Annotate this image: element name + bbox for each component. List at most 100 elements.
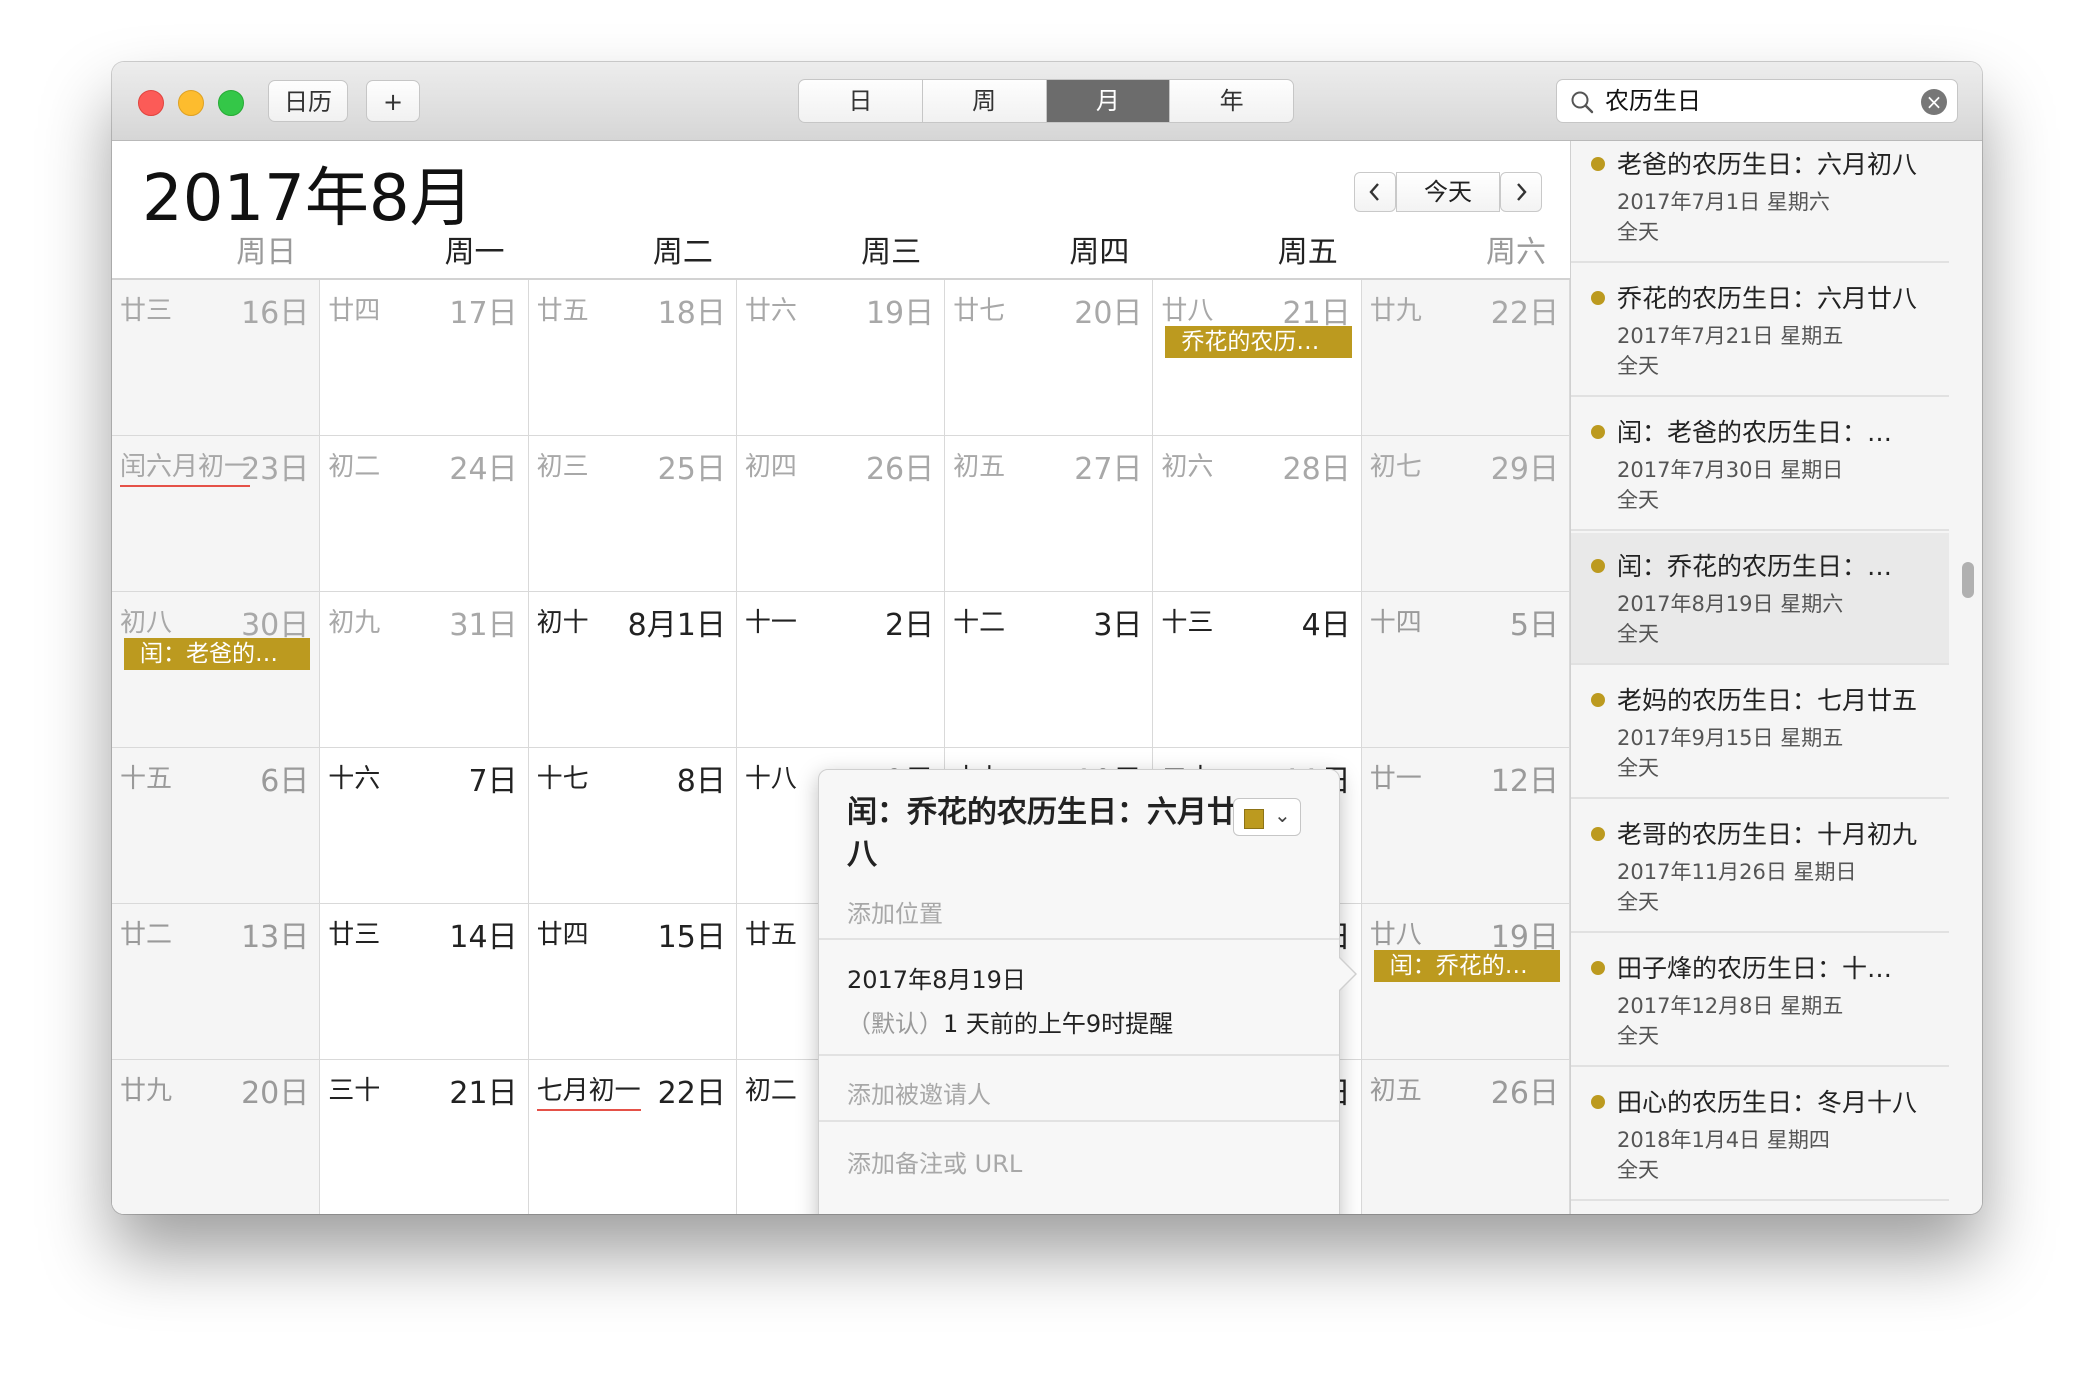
- result-date: 2017年12月8日 星期五: [1617, 994, 1844, 1018]
- lunar-date: 廿九: [120, 1076, 173, 1106]
- calendar-event[interactable]: 乔花的农历…: [1165, 326, 1352, 358]
- calendars-button[interactable]: 日历: [268, 80, 348, 122]
- search-result-item[interactable]: 闰：乔花的农历生日：… 2017年8月19日 星期六 全天: [1571, 533, 1949, 665]
- search-field[interactable]: 农历生日 ×: [1556, 79, 1958, 123]
- day-cell[interactable]: 廿一 12日: [1361, 748, 1570, 904]
- day-cell[interactable]: 十六 7日: [320, 748, 529, 904]
- day-cell[interactable]: 初四 26日: [736, 436, 946, 592]
- lunar-date: 十二: [953, 608, 1006, 638]
- alert-default-label: （默认）: [847, 1010, 943, 1038]
- weekday-label: 周三: [861, 235, 922, 270]
- day-cell[interactable]: 初二 24日: [320, 436, 529, 592]
- solar-date: 2日: [885, 608, 935, 643]
- lunar-date: 初九: [328, 608, 381, 638]
- result-allday: 全天: [1617, 488, 1659, 512]
- today-button[interactable]: 今天: [1396, 172, 1500, 212]
- day-cell[interactable]: 十三 4日: [1153, 592, 1362, 748]
- search-result-item[interactable]: 闰：老爸的农历生日：… 2017年7月30日 星期日 全天: [1571, 399, 1949, 531]
- search-result-item[interactable]: 老妈的农历生日：七月廿五 2017年9月15日 星期五 全天: [1571, 667, 1949, 799]
- day-cell[interactable]: 廿九 20日: [112, 1060, 321, 1214]
- chevron-left-icon: [1369, 183, 1379, 201]
- search-result-item[interactable]: 田心的农历生日：冬月十八 2018年1月4日 星期四 全天: [1571, 1069, 1949, 1201]
- result-allday: 全天: [1617, 622, 1659, 646]
- day-cell[interactable]: 十一 2日: [736, 592, 946, 748]
- view-tab-day[interactable]: 日: [799, 80, 923, 122]
- event-date[interactable]: 2017年8月19日: [847, 960, 1026, 995]
- add-event-button[interactable]: +: [366, 80, 420, 122]
- day-cell[interactable]: 廿八 19日: [1361, 904, 1570, 1060]
- day-cell[interactable]: 廿九 22日: [1361, 280, 1570, 436]
- search-result-item[interactable]: 田子烽的农历生日：十… 2017年12月8日 星期五 全天: [1571, 935, 1949, 1067]
- day-cell[interactable]: 初五 26日: [1361, 1060, 1570, 1214]
- day-cell[interactable]: 十四 5日: [1361, 592, 1570, 748]
- day-cell[interactable]: 廿四 15日: [528, 904, 737, 1060]
- solar-date: 27日: [1074, 452, 1143, 487]
- day-cell[interactable]: 初六 28日: [1153, 436, 1362, 592]
- calendar-event[interactable]: 闰：老爸的…: [124, 638, 311, 670]
- view-tab-month[interactable]: 月: [1046, 80, 1171, 122]
- lunar-date: 三十: [328, 1076, 381, 1106]
- event-alert[interactable]: （默认）1 天前的上午9时提醒: [847, 1004, 1173, 1039]
- zoom-window-button[interactable]: [218, 90, 244, 116]
- day-cell[interactable]: 闰六月初一 23日: [112, 436, 321, 592]
- minimize-window-button[interactable]: [178, 90, 204, 116]
- view-tab-week[interactable]: 周: [923, 80, 1047, 122]
- calendar-event[interactable]: 闰：乔花的…: [1373, 950, 1560, 982]
- day-cell[interactable]: 廿六 19日: [736, 280, 946, 436]
- day-cell[interactable]: 十二 3日: [945, 592, 1154, 748]
- day-cell[interactable]: 初七 29日: [1361, 436, 1570, 592]
- day-cell[interactable]: 初五 27日: [945, 436, 1154, 592]
- lunar-date: 十七: [536, 764, 589, 794]
- popover-arrow: [1339, 958, 1355, 990]
- day-cell[interactable]: 初八 30日: [112, 592, 321, 748]
- lunar-date: 廿八: [1369, 920, 1422, 950]
- clear-icon[interactable]: ×: [1921, 89, 1947, 115]
- day-cell[interactable]: 初三 25日: [528, 436, 737, 592]
- invitees-field[interactable]: 添加被邀请人: [847, 1075, 991, 1110]
- lunar-date: 廿五: [744, 920, 797, 950]
- day-cell[interactable]: 十七 8日: [528, 748, 737, 904]
- day-cell[interactable]: 初十 8月1日: [528, 592, 737, 748]
- lunar-date: 十六: [328, 764, 381, 794]
- notes-field[interactable]: 添加备注或 URL: [847, 1144, 1022, 1179]
- solar-date: 22日: [657, 1076, 726, 1111]
- event-popover: 闰：乔花的农历生日：六月廿八 ⌄ 添加位置 2017年8月19日 （默认）1 天…: [818, 769, 1357, 1214]
- day-cell[interactable]: 十五 6日: [112, 748, 321, 904]
- result-allday: 全天: [1617, 354, 1659, 378]
- previous-month-button[interactable]: [1354, 172, 1396, 212]
- day-cell[interactable]: 廿四 17日: [320, 280, 529, 436]
- day-cell[interactable]: 初九 31日: [320, 592, 529, 748]
- day-cell[interactable]: 廿五 18日: [528, 280, 737, 436]
- search-result-item[interactable]: 乔花的农历生日：六月廿八 2017年7月21日 星期五 全天: [1571, 265, 1949, 397]
- lunar-date: 廿二: [120, 920, 173, 950]
- close-window-button[interactable]: [138, 90, 164, 116]
- results-scrollbar[interactable]: [1962, 562, 1974, 598]
- lunar-date: 十三: [1161, 608, 1214, 638]
- calendar-color-dot: [1591, 559, 1605, 573]
- lunar-date: 初十: [536, 608, 589, 638]
- search-result-item[interactable]: 老哥的农历生日：十月初九 2017年11月26日 星期日 全天: [1571, 801, 1949, 933]
- day-cell[interactable]: 七月初一 22日: [528, 1060, 737, 1214]
- day-cell[interactable]: 廿三 14日: [320, 904, 529, 1060]
- solar-date: 6日: [260, 764, 310, 799]
- result-title: 闰：老爸的农历生日：…: [1617, 418, 1893, 447]
- result-title: 老妈的农历生日：七月廿五: [1617, 686, 1918, 715]
- day-cell[interactable]: 廿八 21日: [1153, 280, 1362, 436]
- location-field[interactable]: 添加位置: [847, 894, 943, 929]
- result-allday: 全天: [1617, 220, 1659, 244]
- result-date: 2017年7月21日 星期五: [1617, 324, 1844, 348]
- day-cell[interactable]: 廿三 16日: [112, 280, 321, 436]
- result-title: 田心的农历生日：冬月十八: [1617, 1088, 1918, 1117]
- search-result-item[interactable]: 老爸的农历生日：六月初八 2017年7月1日 星期六 全天: [1571, 141, 1949, 263]
- result-title: 闰：乔花的农历生日：…: [1617, 552, 1893, 581]
- search-input[interactable]: 农历生日: [1605, 80, 1701, 122]
- solar-date: 15日: [657, 920, 726, 955]
- view-tab-year[interactable]: 年: [1170, 80, 1293, 122]
- day-cell[interactable]: 廿七 20日: [945, 280, 1154, 436]
- result-title: 老哥的农历生日：十月初九: [1617, 820, 1918, 849]
- day-cell[interactable]: 三十 21日: [320, 1060, 529, 1214]
- next-month-button[interactable]: [1500, 172, 1542, 212]
- day-cell[interactable]: 廿二 13日: [112, 904, 321, 1060]
- calendar-color-picker[interactable]: ⌄: [1233, 798, 1301, 836]
- event-title[interactable]: 闰：乔花的农历生日：六月廿八: [847, 792, 1247, 876]
